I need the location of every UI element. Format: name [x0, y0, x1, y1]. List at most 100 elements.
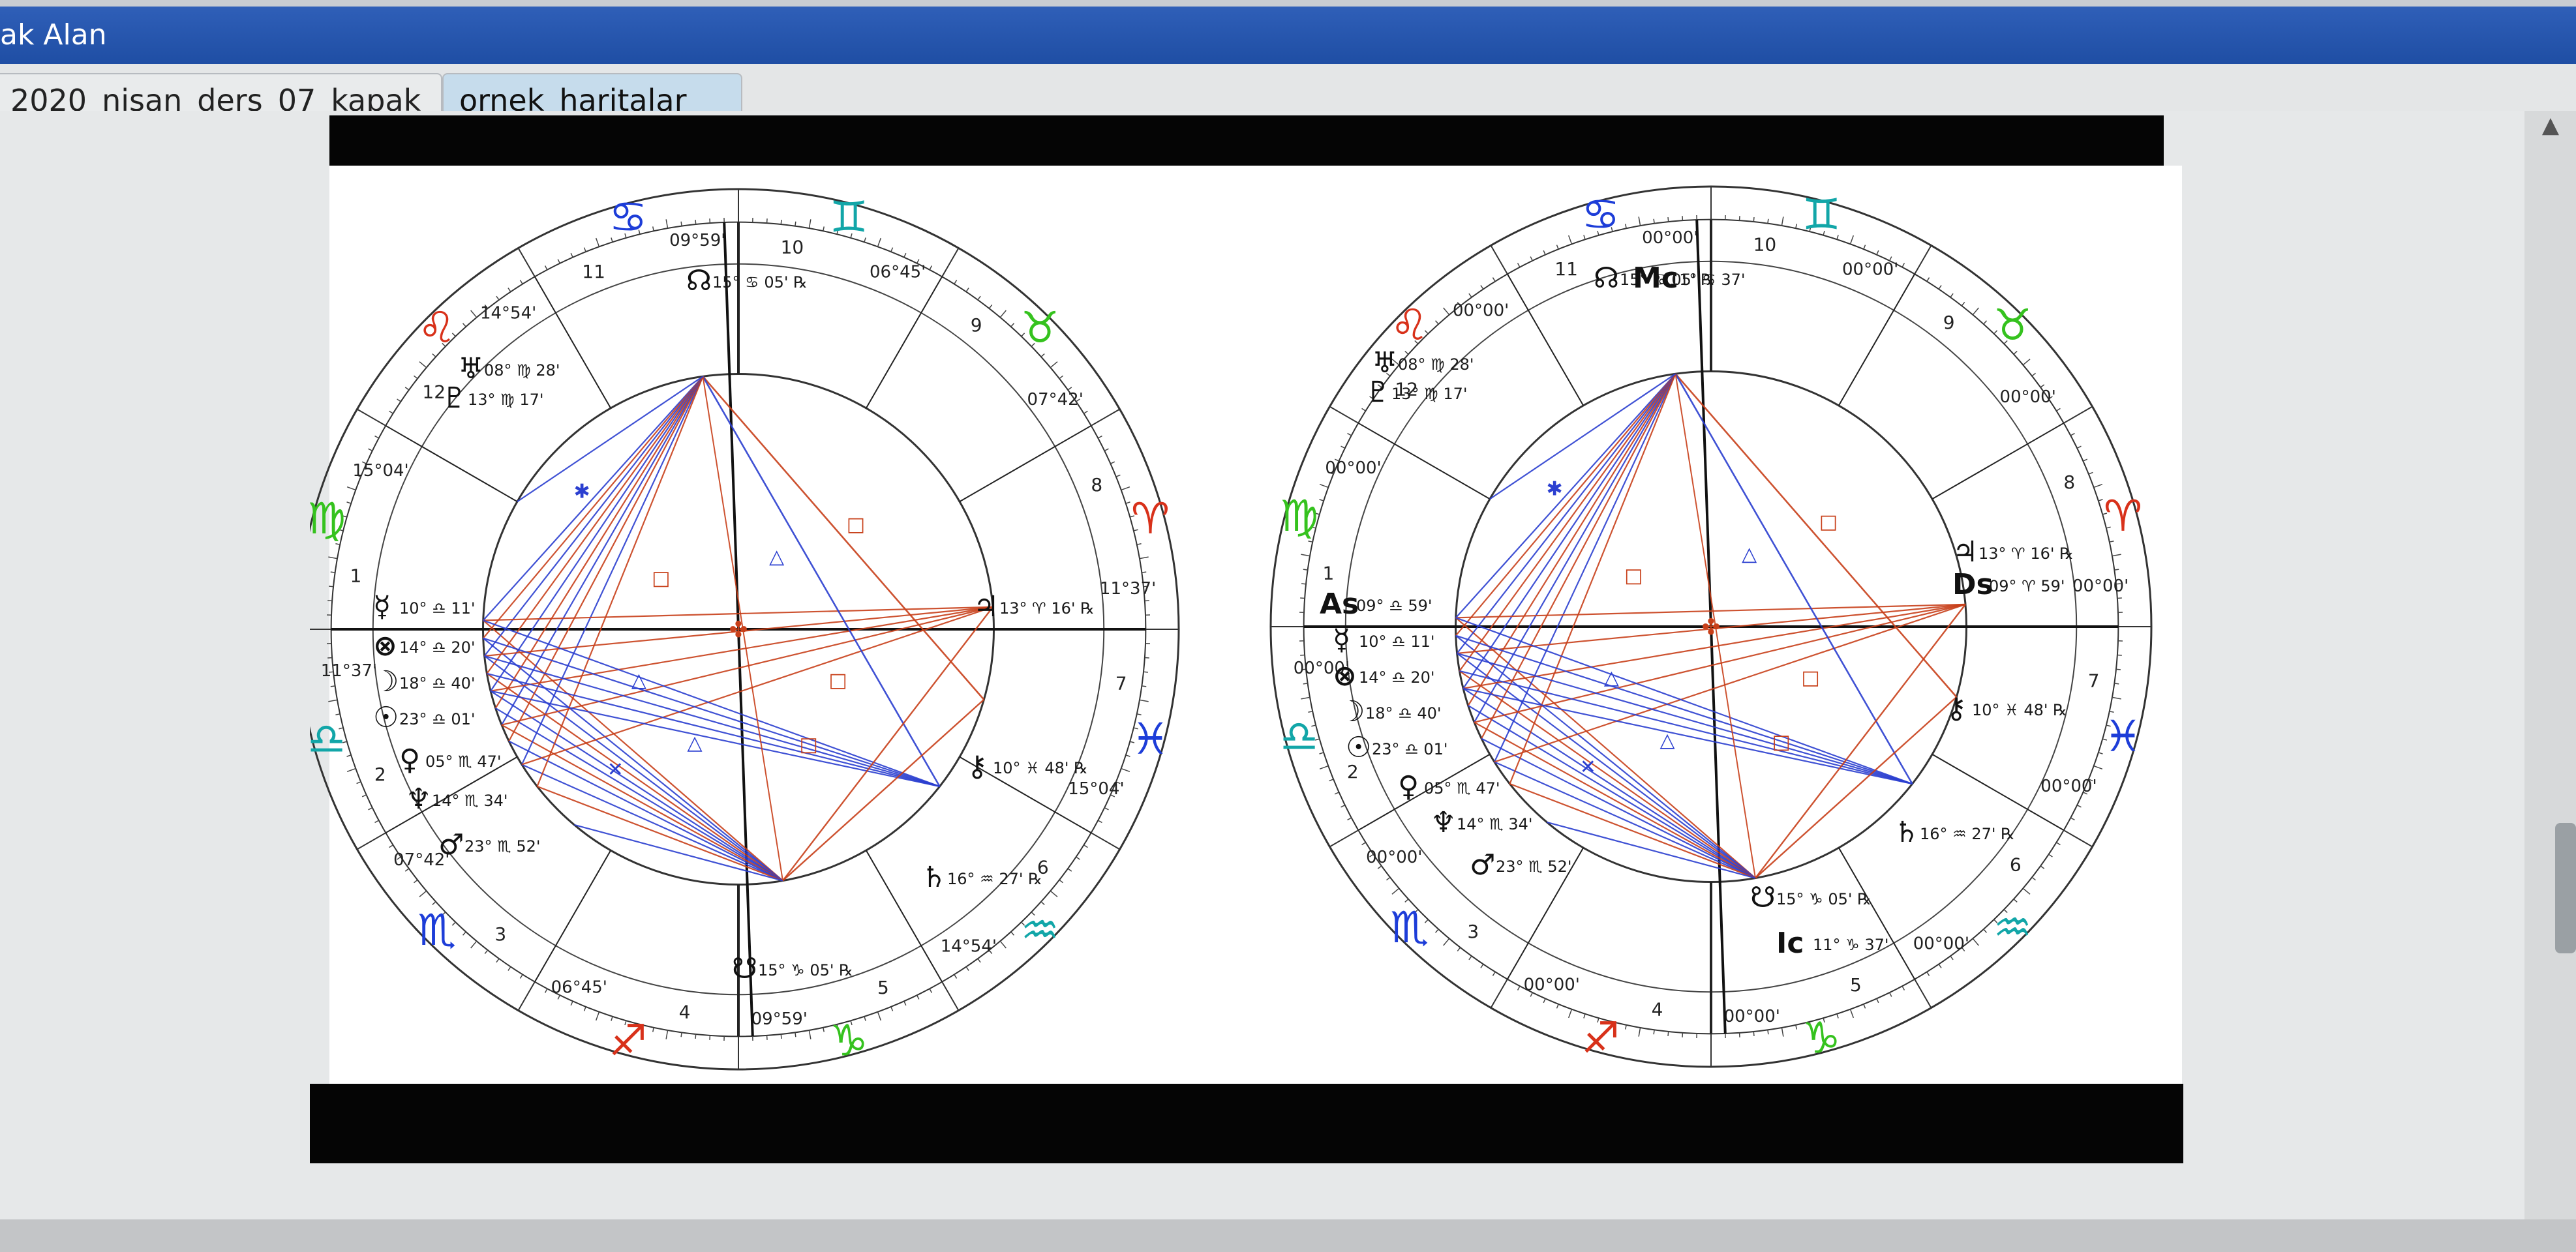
chart2-planet-glyph-icon: ☉ — [1346, 731, 1371, 764]
chart-slide: ♎ ♏ ♐ ♑ ♒ ♓ ♈ ♉ ♊ ♋ ♌ ♍ 1 11°37' 2 07°42' 3 06°45' 4 09°59'… — [310, 115, 2183, 1163]
chart2-sign-glyph-icon: ♑ — [1802, 1013, 1841, 1063]
chart2-planet-position: 05° ♏ 47' — [1424, 779, 1500, 797]
scroll-up-arrow-icon[interactable]: ▲ — [2531, 111, 2570, 140]
chart1-planet-glyph-icon: ♂ — [438, 828, 464, 861]
window-top-edge — [0, 0, 2576, 7]
chart1-sign-glyph-icon: ♉ — [1021, 303, 1059, 353]
chart1-planet-position: 08° ♍ 28' — [484, 361, 560, 380]
chart2-cusp-label: 00°00' — [1642, 228, 1698, 248]
chart1-planet-glyph-icon: ⚷ — [967, 750, 988, 783]
chart1-planet-glyph-icon: ♆ — [406, 782, 431, 816]
chart1-house-number: 10 — [781, 236, 804, 258]
chart2-planet-glyph-icon: ⊗ — [1333, 659, 1357, 693]
chart1-planet-glyph-icon: ☊ — [686, 264, 712, 297]
chart2-sign-glyph-icon: ♈ — [2104, 491, 2142, 541]
chart2-aspect-marker: ✱ — [1547, 478, 1563, 501]
chart1-planet-glyph-icon: ♃ — [973, 590, 999, 623]
natal-chart-right: ♎♏♐ ♑♒♓♈♉♊♋♌♍100°00'200°00'300°00'4 00°00'… — [1269, 185, 2153, 1068]
chart2-planet-glyph-icon: ⚷ — [1946, 692, 1967, 725]
chart2-planet-glyph-icon: ☽ — [1339, 695, 1365, 728]
chart1-sign-glyph-icon: ♑ — [830, 1015, 868, 1066]
chart2-sign-glyph-icon: ♏ — [1390, 902, 1429, 953]
slide-bottom-bar — [310, 1084, 2183, 1163]
chart1-aspect-marker: ✱ — [574, 481, 590, 503]
chart2-cusp-label: 00°00' — [2040, 777, 2097, 796]
chart1-sign-glyph-icon: ♌ — [417, 303, 456, 353]
chart2-planet-position: 13° ♍ 17' — [1391, 385, 1467, 403]
chart1-center-marker: ✤ — [729, 617, 748, 643]
chart1-house-number: 9 — [971, 314, 982, 336]
chart1-house-number: 7 — [1115, 672, 1127, 694]
chart2-planet-position: 16° ♒ 27' ℞ — [1920, 825, 2015, 843]
chart1-house-number: 1 — [350, 565, 361, 587]
chart2-cusp-label: 00°00' — [1842, 260, 1898, 280]
vertical-scrollbar[interactable] — [2524, 111, 2576, 1219]
chart2-planet-position: 13° ♈ 16' ℞ — [1978, 544, 2074, 563]
chart2-planet-glyph-icon: Ic — [1776, 927, 1804, 960]
chart2-house-number: 7 — [2088, 670, 2100, 691]
chart2-house-number: 11 — [1554, 258, 1578, 280]
chart1-sign-glyph-icon: ♐ — [609, 1015, 647, 1066]
chart2-planet-glyph-icon: ☋ — [1750, 881, 1776, 914]
chart2-planet-position: 23° ♏ 52' — [1496, 857, 1571, 876]
chart2-planet-position: 15° ♑ 05' ℞ — [1776, 890, 1871, 908]
chart1-planet-position: 14° ♏ 34' — [432, 792, 508, 810]
chart2-sign-glyph-icon: ♍ — [1280, 491, 1318, 541]
chart1-cusp-label: 14°54' — [480, 303, 536, 323]
chart1-planet-glyph-icon: ♄ — [921, 861, 947, 894]
chart1-planet-position: 05° ♏ 47' — [425, 753, 501, 771]
chart1-planet-position: 18° ♎ 40' — [399, 674, 475, 693]
chart2-planet-position: 11° ♋ 37' — [1669, 271, 1745, 289]
chart2-planet-glyph-icon: ☊ — [1594, 261, 1619, 295]
chart1-planet-position: 15° ♋ 05' ℞ — [712, 273, 808, 291]
scrollbar-thumb[interactable] — [2555, 823, 2576, 953]
chart2-center-marker: ✤ — [1702, 614, 1721, 640]
chart1-planet-glyph-icon: ☽ — [373, 665, 399, 698]
chart2-planet-position: 09° ♈ 59' — [1989, 577, 2065, 595]
chart2-cusp-label: 00°00' — [1524, 975, 1580, 994]
chart1-aspect-marker: ✕ — [607, 758, 624, 781]
chart2-planet-position: 10° ♎ 11' — [1359, 633, 1434, 651]
chart2-planet-glyph-icon: ♃ — [1952, 535, 1978, 569]
chart2-house-number: 9 — [1943, 312, 1955, 333]
chart2-cusp-label: 00°00' — [2072, 576, 2129, 596]
chart1-house-number: 3 — [494, 923, 506, 945]
chart2-cusp-label: 00°00' — [1913, 934, 1969, 954]
chart2-planet-position: 14° ♏ 34' — [1457, 815, 1532, 833]
chart2-house-number: 4 — [1652, 999, 1663, 1021]
chart2-sign-glyph-icon: ♎ — [1280, 711, 1318, 762]
chart2-sign-glyph-icon: ♌ — [1390, 300, 1429, 350]
chart1-sign-glyph-icon: ♈ — [1131, 494, 1170, 544]
chart1-aspect-marker: △ — [688, 732, 703, 754]
chart1-cusp-label: 09°59' — [751, 1009, 808, 1029]
chart2-planet-position: 11° ♑ 37' — [1813, 936, 1888, 954]
chart1-planet-glyph-icon: ☋ — [732, 952, 757, 985]
chart2-planet-position: 08° ♍ 28' — [1398, 355, 1474, 374]
chart1-planet-glyph-icon: ♇ — [442, 381, 467, 415]
chart1-planet-position: 23° ♎ 01' — [399, 710, 475, 728]
chart2-sign-glyph-icon: ♓ — [2104, 711, 2142, 762]
chart2-house-number: 10 — [1753, 233, 1777, 255]
chart2-planet-position: 23° ♎ 01' — [1372, 740, 1447, 758]
chart1-planet-position: 23° ♏ 52' — [464, 837, 540, 856]
chart1-planet-position: 10° ♎ 11' — [399, 599, 475, 618]
chart1-cusp-label: 15°04' — [1068, 779, 1124, 799]
chart2-house-number: 6 — [2010, 854, 2022, 876]
chart2-cusp-label: 00°00' — [1453, 301, 1509, 320]
chart2-sign-glyph-icon: ♐ — [1581, 1013, 1620, 1063]
chart1-planet-position: 13° ♈ 16' ℞ — [999, 599, 1095, 618]
chart1-cusp-label: 11°37' — [1100, 579, 1156, 599]
chart1-planet-glyph-icon: ♅ — [458, 352, 483, 385]
chart2-sign-glyph-icon: ♒ — [1993, 902, 2032, 953]
chart2-aspect-marker: △ — [1742, 543, 1757, 565]
chart2-planet-position: 09° ♎ 59' — [1356, 597, 1432, 615]
chart1-cusp-label: 11°37' — [321, 661, 377, 681]
chart1-sign-glyph-icon: ♎ — [310, 714, 346, 764]
chart2-cusp-label: 00°00' — [1325, 458, 1381, 478]
chart1-planet-glyph-icon: ☿ — [373, 590, 391, 623]
chart1-sign-glyph-icon: ♓ — [1131, 714, 1170, 764]
window-titlebar[interactable]: ak Alan — [0, 7, 2576, 64]
chart1-sign-glyph-icon: ♏ — [417, 905, 456, 955]
chart2-planet-glyph-icon: ♀ — [1398, 770, 1419, 803]
chart1-house-number: 4 — [679, 1002, 691, 1023]
